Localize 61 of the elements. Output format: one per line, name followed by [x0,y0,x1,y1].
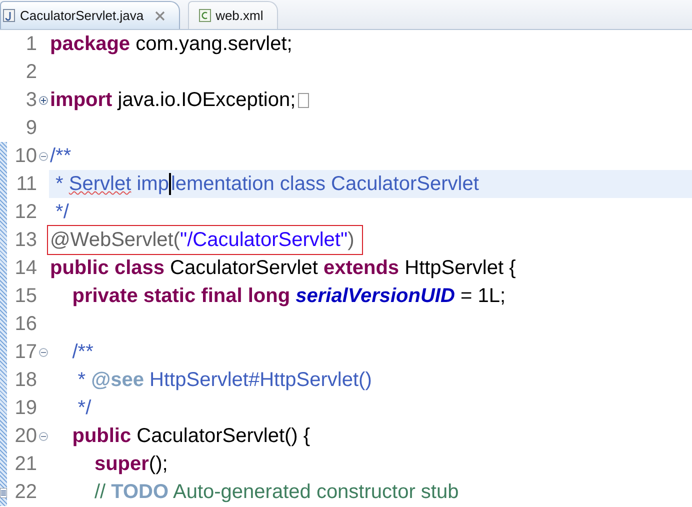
code-token: CaculatorServlet() { [136,424,310,448]
line-number: 3 [24,88,37,112]
java-file-icon [3,9,15,22]
line-number: 21 [14,452,37,476]
code-token: Servlet [68,172,132,196]
line-number: 11 [15,172,37,196]
line-number: 17 [14,340,37,364]
code-token: /** [71,340,94,364]
line-number: 13 [14,228,37,252]
code-token: // [93,480,107,504]
expand-icon[interactable] [38,96,48,104]
line-number: 14 [14,256,37,280]
line-number: 10 [14,144,37,168]
line-number: 2 [24,60,37,84]
line-number: 15 [14,284,37,308]
line-number: 16 [14,312,37,336]
code-token: CaculatorServlet [169,256,319,280]
editor-tab[interactable]: CaculatorServlet.java [0,1,180,29]
code-token: lementation class CaculatorServlet [170,172,479,196]
code-token: imp [136,172,169,196]
code-token: extends [323,256,400,280]
task-marker-icon[interactable] [0,488,7,498]
editor-tab[interactable]: web.xml [188,1,278,29]
code-token: (); [148,452,168,476]
code-token: java.io.IOException; [116,88,296,112]
collapse-icon[interactable] [38,152,48,160]
code-token: serialVersionUID [296,284,455,308]
code-token: com.yang.servlet; [134,32,292,56]
collapse-icon[interactable] [38,432,48,440]
line-number: 18 [14,368,37,392]
line-number: 9 [24,116,37,140]
collapse-icon[interactable] [38,348,48,356]
code-token: TODO [111,480,169,504]
line-number: 12 [14,200,37,224]
code-token: * [54,172,64,196]
close-icon[interactable] [154,10,165,20]
code-token: * [76,368,87,392]
code-token: = 1L; [459,284,506,308]
code-token: HttpServlet { [404,256,516,280]
xml-file-icon [198,9,211,22]
code-token: HttpServlet#HttpServlet() [148,368,372,392]
code-token: import [50,88,112,112]
code-token: public class [50,256,164,280]
line-number: 1 [24,32,37,56]
folded-code-icon[interactable] [298,92,309,108]
text-cursor [168,173,171,195]
line-number: 20 [14,424,37,448]
code-token: @WebServlet( [50,228,180,252]
code-token: public [71,424,132,448]
code-token: Auto-generated constructor stub [172,480,459,504]
code-token: /** [50,144,72,168]
line-number: 22 [14,480,37,504]
code-token: package [50,32,130,56]
line-number: 19 [14,396,37,420]
code-token: @see [91,368,144,392]
code-token: */ [76,396,92,420]
code-token: private static final long [71,284,292,308]
code-token: super [93,452,149,476]
code-token: "/CaculatorServlet" [180,228,348,252]
code-token: ) [348,228,354,252]
code-token: */ [54,200,69,224]
